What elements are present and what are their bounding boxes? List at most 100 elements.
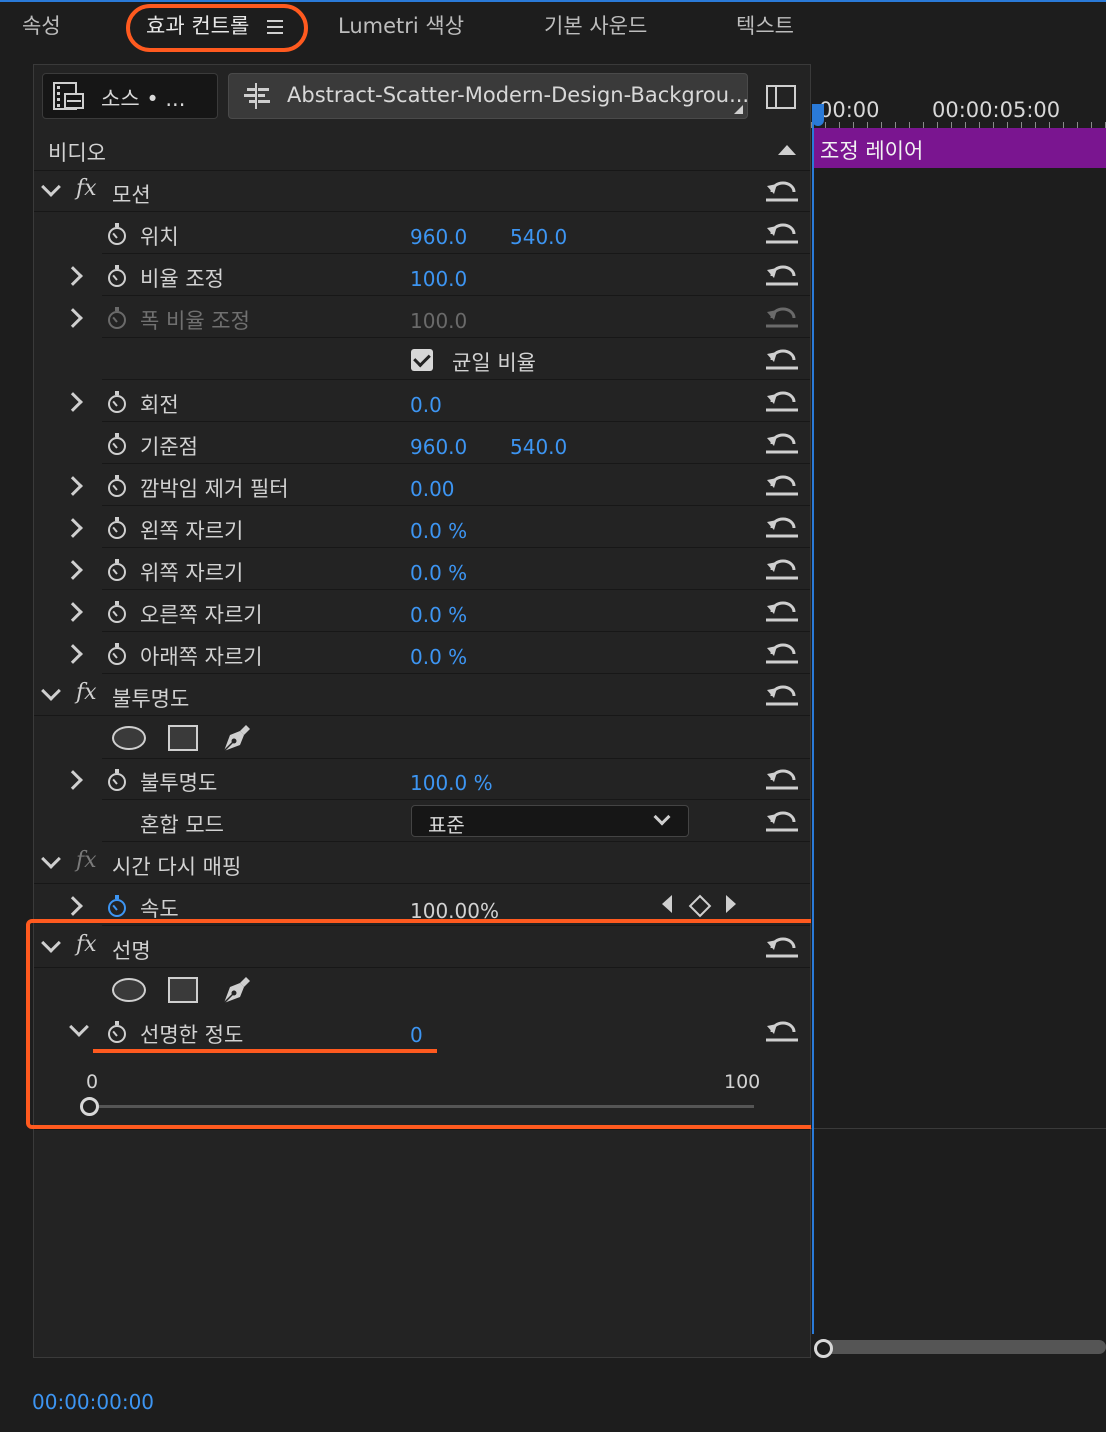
pen-mask-icon[interactable]: [220, 721, 254, 755]
fx-icon[interactable]: fx: [76, 848, 97, 873]
next-keyframe-icon[interactable]: [726, 895, 736, 913]
param-label-opacity: 불투명도: [140, 771, 218, 795]
scrollbar-handle[interactable]: [814, 1339, 833, 1358]
reset-icon[interactable]: [766, 390, 798, 412]
timeline-scrollbar[interactable]: [819, 1340, 1106, 1354]
ellipse-mask-icon[interactable]: [112, 726, 146, 750]
reset-icon[interactable]: [766, 222, 798, 244]
ruler-mark-timecode: 00:00:05:00: [932, 98, 1061, 122]
ruler-start-timecode: 00:00: [819, 98, 880, 122]
chevron-right-icon[interactable]: [63, 770, 83, 790]
rotation-value[interactable]: 0.0: [410, 393, 442, 417]
prev-keyframe-icon[interactable]: [662, 895, 672, 913]
reset-icon[interactable]: [766, 768, 798, 790]
tab-text[interactable]: 텍스트: [736, 10, 794, 40]
reset-icon[interactable]: [766, 516, 798, 538]
scale-width-value: 100.0: [410, 309, 468, 333]
tab-lumetri-color[interactable]: Lumetri 색상: [338, 10, 464, 40]
chevron-right-icon[interactable]: [63, 392, 83, 412]
stopwatch-icon[interactable]: [108, 769, 126, 791]
uniform-scale-checkbox[interactable]: [411, 349, 433, 371]
reset-icon[interactable]: [766, 474, 798, 496]
chevron-right-icon[interactable]: [63, 476, 83, 496]
panel-menu-icon[interactable]: [267, 20, 284, 34]
stopwatch-icon[interactable]: [108, 643, 126, 665]
stopwatch-icon[interactable]: [108, 895, 126, 917]
crop-right-value[interactable]: 0.0 %: [410, 603, 467, 627]
tab-effect-controls[interactable]: 효과 컨트롤: [146, 10, 284, 40]
time-ruler[interactable]: 00:00 00:00:05:00: [811, 64, 1106, 128]
param-row-opacity: 불투명도 100.0 %: [63, 759, 810, 800]
param-label-crop-right: 오른쪽 자르기: [140, 603, 263, 627]
panel-tab-bar: 속성 효과 컨트롤 Lumetri 색상 기본 사운드 텍스트: [0, 0, 1106, 64]
toggle-timeline-icon[interactable]: [766, 85, 796, 109]
reset-icon[interactable]: [766, 558, 798, 580]
rectangle-mask-icon[interactable]: [168, 725, 198, 751]
anchor-y-value[interactable]: 540.0: [510, 435, 567, 459]
tab-properties[interactable]: 속성: [22, 10, 61, 40]
crop-left-value[interactable]: 0.0 %: [410, 519, 467, 543]
chevron-right-icon[interactable]: [63, 308, 83, 328]
scale-value[interactable]: 100.0: [410, 267, 467, 291]
stopwatch-icon: [108, 307, 126, 329]
chevron-down-icon[interactable]: [41, 849, 61, 869]
anchor-x-value[interactable]: 960.0: [410, 435, 467, 459]
effect-header-motion[interactable]: fx 모션: [34, 171, 810, 212]
position-y-value[interactable]: 540.0: [510, 225, 567, 249]
anti-flicker-value[interactable]: 0.00: [410, 477, 455, 501]
opacity-value[interactable]: 100.0 %: [410, 771, 493, 795]
chevron-down-icon[interactable]: [41, 177, 61, 197]
reset-icon[interactable]: [766, 684, 798, 706]
chevron-right-icon[interactable]: [63, 602, 83, 622]
reset-icon[interactable]: [766, 810, 798, 832]
param-row-crop-left: 왼쪽 자르기 0.0 %: [63, 507, 810, 548]
stopwatch-icon[interactable]: [108, 475, 126, 497]
position-x-value[interactable]: 960.0: [410, 225, 467, 249]
crop-top-value[interactable]: 0.0 %: [410, 561, 467, 585]
effect-header-time-remap[interactable]: fx 시간 다시 매핑: [34, 843, 810, 884]
reset-icon[interactable]: [766, 642, 798, 664]
adjustment-layer-clip[interactable]: 조정 레이어: [813, 128, 1106, 168]
reset-icon[interactable]: [766, 180, 798, 202]
reset-icon: [766, 306, 798, 328]
stopwatch-icon[interactable]: [108, 433, 126, 455]
param-row-crop-bottom: 아래쪽 자르기 0.0 %: [63, 633, 810, 674]
playhead-line[interactable]: [812, 104, 814, 1334]
add-keyframe-icon[interactable]: [688, 894, 712, 918]
stopwatch-icon[interactable]: [108, 517, 126, 539]
fx-icon[interactable]: fx: [76, 680, 97, 705]
chevron-right-icon[interactable]: [63, 644, 83, 664]
tab-essential-sound[interactable]: 기본 사운드: [544, 10, 647, 40]
crop-bottom-value[interactable]: 0.0 %: [410, 645, 467, 669]
chevron-right-icon[interactable]: [63, 266, 83, 286]
param-label-scale-width: 폭 비율 조정: [140, 309, 250, 333]
stopwatch-icon[interactable]: [108, 601, 126, 623]
stopwatch-icon[interactable]: [108, 265, 126, 287]
reset-icon[interactable]: [766, 264, 798, 286]
param-row-crop-top: 위쪽 자르기 0.0 %: [63, 549, 810, 590]
stopwatch-icon[interactable]: [108, 559, 126, 581]
chevron-right-icon[interactable]: [63, 518, 83, 538]
reset-icon[interactable]: [766, 600, 798, 622]
blend-mode-dropdown[interactable]: 표준: [411, 805, 689, 837]
param-row-uniform-scale: 균일 비율: [102, 339, 810, 380]
stopwatch-icon[interactable]: [108, 391, 126, 413]
param-label-position: 위치: [140, 225, 179, 249]
video-section-header: 비디오: [34, 129, 810, 171]
param-row-scale: 비율 조정 100.0: [63, 255, 810, 296]
param-row-blend-mode: 혼합 모드 표준: [102, 801, 810, 842]
reset-icon[interactable]: [766, 348, 798, 370]
mask-tools-opacity: [102, 717, 810, 759]
stopwatch-icon[interactable]: [108, 223, 126, 245]
playhead-handle[interactable]: [812, 104, 824, 126]
effect-header-opacity[interactable]: fx 불투명도: [34, 675, 810, 716]
fx-icon[interactable]: fx: [76, 176, 97, 201]
chevron-right-icon[interactable]: [63, 560, 83, 580]
collapse-up-icon[interactable]: [778, 145, 796, 155]
source-selector[interactable]: 소스 • ...: [42, 73, 218, 119]
chevron-down-icon[interactable]: [41, 681, 61, 701]
current-timecode[interactable]: 00:00:00:00: [32, 1390, 154, 1414]
reset-icon[interactable]: [766, 432, 798, 454]
chevron-right-icon[interactable]: [63, 896, 83, 916]
clip-selector[interactable]: Abstract-Scatter-Modern-Design-Backgrou.…: [228, 73, 748, 119]
